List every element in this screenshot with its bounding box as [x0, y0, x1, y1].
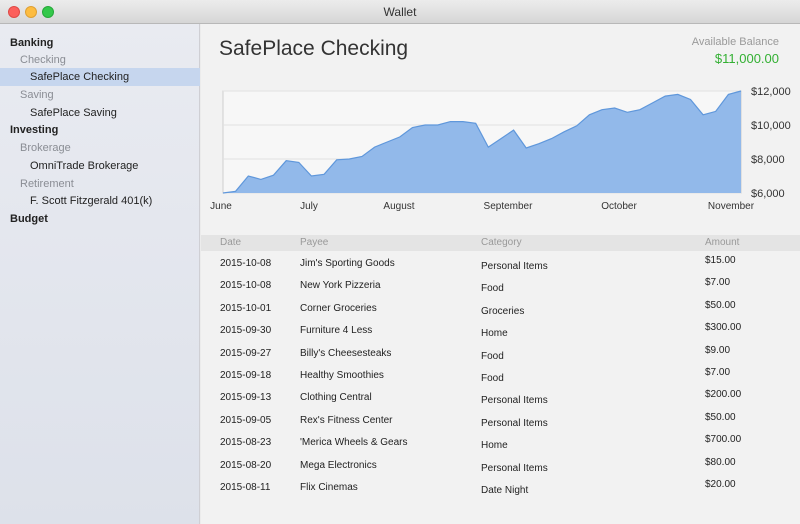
x-tick-label: October [601, 201, 637, 212]
window-title: Wallet [383, 5, 417, 19]
sidebar-item[interactable]: Brokerage [0, 139, 200, 157]
cell-date: 2015-10-08 [220, 280, 272, 292]
cell-payee: Jim's Sporting Goods [300, 258, 395, 269]
table-row[interactable]: 2015-10-01 Corner Groceries Groceries $50.0… [201, 296, 800, 318]
available-balance-value: $11,000.00 [714, 51, 779, 66]
column-header-date[interactable]: Date [220, 237, 241, 248]
cell-category: Home [481, 328, 508, 340]
cell-category: Personal Items [481, 261, 548, 272]
sidebar-item[interactable]: Saving [0, 86, 200, 104]
sidebar-item[interactable]: F. Scott Fitzgerald 401(k) [0, 192, 200, 210]
sidebar-item[interactable]: Banking [0, 34, 200, 52]
cell-category: Personal Items [481, 417, 548, 429]
sidebar-item[interactable]: Budget [0, 210, 200, 228]
cell-date: 2015-09-05 [220, 414, 272, 426]
y-tick-label: $6,000 [751, 188, 785, 200]
transactions-header: Date Payee Category Amount [201, 235, 800, 251]
cell-category: Groceries [481, 305, 525, 317]
column-header-category[interactable]: Category [481, 237, 522, 248]
cell-amount: $15.00 [705, 255, 736, 266]
table-row[interactable]: 2015-08-20 Mega Electronics Personal Items… [201, 453, 800, 475]
cell-amount: $50.00 [705, 299, 736, 311]
y-tick-label: $8,000 [751, 154, 785, 166]
table-row[interactable]: 2015-09-05 Rex's Fitness Center Personal I… [201, 408, 800, 430]
cell-amount: $80.00 [705, 456, 736, 468]
sidebar-item[interactable]: Retirement [0, 175, 200, 193]
cell-payee: Mega Electronics [300, 459, 377, 471]
cell-date: 2015-10-01 [220, 302, 272, 314]
cell-category: Personal Items [481, 395, 548, 407]
cell-payee: Healthy Smoothies [300, 369, 384, 381]
cell-amount: $9.00 [705, 344, 731, 356]
cell-payee: Clothing Central [300, 392, 372, 404]
cell-date: 2015-09-18 [220, 369, 272, 381]
cell-amount: $7.00 [705, 366, 731, 378]
sidebar-item[interactable]: SafePlace Saving [0, 104, 200, 122]
cell-payee: New York Pizzeria [300, 280, 381, 292]
table-row[interactable]: 2015-09-18 Healthy Smoothies Food $7.00 [201, 363, 800, 385]
cell-date: 2015-09-13 [220, 392, 272, 404]
cell-date: 2015-08-23 [220, 437, 272, 449]
cell-category: Personal Items [481, 462, 548, 474]
title-bar: Wallet [0, 0, 800, 24]
cell-category: Home [481, 440, 508, 452]
cell-amount: $300.00 [705, 322, 742, 334]
table-row[interactable]: 2015-10-08 New York Pizzeria Food $7.00 [201, 273, 800, 295]
table-row[interactable]: 2015-10-08 Jim's Sporting Goods Personal I… [201, 251, 800, 273]
cell-date: 2015-08-11 [220, 481, 271, 493]
sidebar: Banking Checking SafePlace Checking Saving S… [0, 24, 200, 524]
cell-category: Food [481, 372, 504, 384]
y-tick-label: $10,000 [751, 120, 791, 132]
x-tick-label: September [484, 201, 534, 212]
sidebar-item[interactable]: Investing [0, 121, 200, 139]
cell-date: 2015-09-27 [220, 347, 272, 359]
column-header-payee[interactable]: Payee [300, 237, 328, 248]
sidebar-item[interactable]: OmniTrade Brokerage [0, 157, 200, 175]
x-tick-label: August [383, 201, 414, 212]
cell-amount: $7.00 [705, 277, 731, 289]
main-pane: SafePlace Checking Available Balance $11… [201, 24, 800, 524]
table-row[interactable]: 2015-09-30 Furniture 4 Less Home $300.00 [201, 318, 800, 340]
cell-payee: Flix Cinemas [300, 481, 358, 493]
transactions-table: 2015-10-08 Jim's Sporting Goods Personal I… [201, 251, 800, 497]
cell-payee: Rex's Fitness Center [300, 414, 393, 426]
y-tick-label: $12,000 [751, 86, 791, 98]
cell-category: Food [481, 283, 504, 295]
x-tick-label: June [210, 201, 232, 212]
cell-amount: $200.00 [705, 389, 742, 401]
table-row[interactable]: 2015-08-11 Flix Cinemas Date Night $20.00 [201, 475, 800, 497]
cell-date: 2015-08-20 [220, 459, 272, 471]
cell-payee: Billy's Cheesesteaks [300, 347, 392, 359]
x-tick-label: November [708, 201, 755, 212]
cell-amount: $20.00 [705, 478, 736, 490]
cell-payee: Furniture 4 Less [300, 325, 373, 337]
table-row[interactable]: 2015-08-23 'Merica Wheels & Gears Home $700… [201, 430, 800, 452]
cell-category: Date Night [481, 484, 529, 496]
cell-date: 2015-09-30 [220, 325, 272, 337]
cell-amount: $700.00 [705, 434, 742, 446]
cell-payee: Corner Groceries [300, 302, 377, 314]
sidebar-item[interactable]: Checking [0, 51, 200, 69]
cell-payee: 'Merica Wheels & Gears [300, 437, 408, 449]
table-row[interactable]: 2015-09-13 Clothing Central Personal Items… [201, 385, 800, 407]
account-title: SafePlace Checking [219, 37, 409, 60]
available-balance-label: Available Balance [691, 36, 779, 48]
cell-date: 2015-10-08 [220, 258, 272, 269]
cell-category: Food [481, 350, 504, 362]
column-header-amount[interactable]: Amount [705, 237, 739, 248]
table-row[interactable]: 2015-09-27 Billy's Cheesesteaks Food $9.00 [201, 341, 800, 363]
balance-chart: $12,000 $10,000 $8,000 $6,000 June July August… [210, 86, 791, 212]
sidebar-item[interactable]: SafePlace Checking [0, 68, 200, 86]
cell-amount: $50.00 [705, 411, 736, 423]
x-tick-label: July [300, 201, 318, 212]
